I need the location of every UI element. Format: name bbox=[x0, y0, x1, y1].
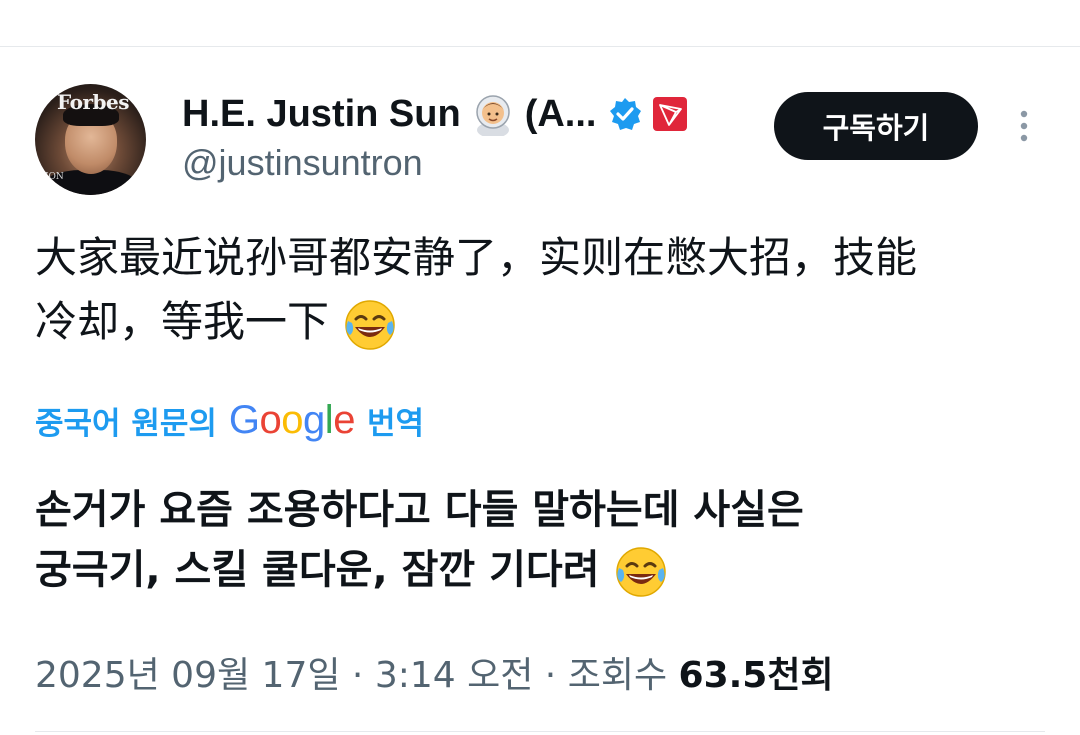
tron-logo-icon[interactable] bbox=[652, 96, 688, 132]
tweet-date[interactable]: 2025년 09월 17일 bbox=[35, 655, 340, 696]
views-label: 조회수 bbox=[567, 655, 668, 696]
user-handle[interactable]: @justinsuntron bbox=[182, 142, 423, 184]
verified-badge-icon[interactable] bbox=[608, 97, 642, 131]
tears-of-joy-emoji-icon bbox=[345, 299, 396, 350]
avatar-corner-text: TION bbox=[39, 172, 64, 182]
translate-prefix[interactable]: 중국어 원문의 bbox=[35, 398, 217, 443]
meta-separator: · bbox=[533, 655, 568, 696]
display-name[interactable]: H.E. Justin Sun bbox=[182, 93, 461, 136]
astronaut-emoji-icon bbox=[475, 95, 510, 136]
bottom-divider bbox=[35, 731, 1045, 732]
tweet-text-line2: 冷却，等我一下 bbox=[35, 297, 330, 346]
translated-text-line2: 궁극기, 스킬 쿨다운, 잠깐 기다려 bbox=[35, 547, 600, 593]
translate-suffix[interactable]: 번역 bbox=[367, 398, 424, 443]
subscribe-button[interactable]: 구독하기 bbox=[774, 92, 978, 160]
tweet-time[interactable]: 3:14 오전 bbox=[375, 655, 534, 696]
tears-of-joy-emoji-icon bbox=[616, 547, 667, 597]
tweet-text: 大家最近说孙哥都安静了，实则在憋大招，技能 冷却，等我一下 bbox=[35, 226, 1055, 354]
more-vertical-icon[interactable] bbox=[1008, 106, 1040, 146]
google-translate-link[interactable]: 중국어 원문의 Google 번역 bbox=[35, 394, 424, 446]
top-divider bbox=[0, 46, 1080, 47]
display-name-suffix[interactable]: (A... bbox=[525, 93, 597, 136]
name-row[interactable]: H.E. Justin Sun (A... bbox=[182, 86, 688, 142]
meta-separator: · bbox=[340, 655, 375, 696]
avatar[interactable]: Forbes TION bbox=[35, 84, 146, 195]
translated-text: 손거가 요즘 조용하다고 다들 말하는데 사실은 궁극기, 스킬 쿨다운, 잠깐… bbox=[35, 480, 1055, 600]
views-count[interactable]: 63.5천회 bbox=[679, 655, 834, 696]
tweet-text-line1: 大家最近说孙哥都安静了，实则在憋大招，技能 bbox=[35, 233, 918, 282]
google-logo[interactable]: Google bbox=[229, 398, 356, 443]
avatar-forbes-text: Forbes bbox=[57, 90, 129, 114]
translated-text-line1: 손거가 요즘 조용하다고 다들 말하는데 사실은 bbox=[35, 487, 804, 533]
tweet-meta: 2025년 09월 17일 · 3:14 오전 · 조회수 63.5천회 bbox=[35, 646, 834, 698]
